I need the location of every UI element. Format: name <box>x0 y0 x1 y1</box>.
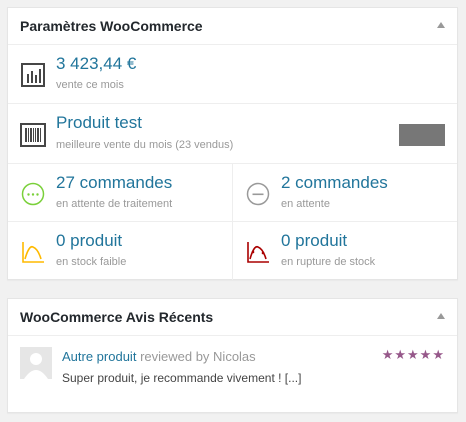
out-of-stock-cell[interactable]: 0 produit en rupture de stock <box>233 222 457 280</box>
out-of-stock-label: en rupture de stock <box>281 256 376 268</box>
collapse-toggle-icon[interactable] <box>437 22 445 28</box>
widget-header: Paramètres WooCommerce <box>8 8 457 45</box>
stock-row: 0 produit en stock faible 0 produit en r… <box>8 222 457 280</box>
woocommerce-recent-reviews-widget: WooCommerce Avis Récents Autre produit r… <box>7 298 458 413</box>
review-header: Autre produit reviewed by Nicolas <box>62 349 256 364</box>
sparkline-chart <box>399 124 445 146</box>
review-product-link[interactable]: Autre produit <box>62 349 136 364</box>
top-seller-row[interactable]: Produit test meilleure vente du mois (23… <box>8 104 457 164</box>
bar-chart-icon <box>21 63 45 87</box>
processing-label: en attente de traitement <box>56 198 173 210</box>
sales-value[interactable]: 3 423,44 € <box>56 54 136 74</box>
widget-title: WooCommerce Avis Récents <box>20 309 214 325</box>
barcode-icon <box>20 123 46 147</box>
review-excerpt: Super produit, je recommande vivement ! … <box>62 371 302 385</box>
top-seller-label: meilleure vente du mois (23 vendus) <box>56 139 234 151</box>
review-author: reviewed by Nicolas <box>140 349 256 364</box>
on-hold-orders-cell[interactable]: 2 commandes en attente <box>233 164 457 221</box>
processing-icon <box>21 182 45 206</box>
widget-header: WooCommerce Avis Récents <box>8 299 457 336</box>
low-stock-cell[interactable]: 0 produit en stock faible <box>8 222 233 280</box>
on-hold-label: en attente <box>281 198 330 210</box>
out-of-stock-value[interactable]: 0 produit <box>281 231 347 251</box>
star-rating: ★★★★★ <box>381 348 445 363</box>
low-stock-value[interactable]: 0 produit <box>56 231 122 251</box>
top-seller-value[interactable]: Produit test <box>56 113 142 133</box>
woocommerce-status-widget: Paramètres WooCommerce 3 423,44 € vente … <box>7 7 458 280</box>
on-hold-value[interactable]: 2 commandes <box>281 173 388 193</box>
out-of-stock-icon <box>247 242 269 263</box>
default-avatar-icon <box>20 347 52 379</box>
on-hold-icon <box>246 182 270 206</box>
low-stock-label: en stock faible <box>56 256 127 268</box>
sales-label: vente ce mois <box>56 79 124 91</box>
widget-title: Paramètres WooCommerce <box>20 18 203 34</box>
review-item: Autre produit reviewed by Nicolas ★★★★★ … <box>20 347 445 393</box>
avatar <box>20 347 52 379</box>
low-stock-icon <box>22 242 44 263</box>
orders-row: 27 commandes en attente de traitement 2 … <box>8 164 457 222</box>
sales-this-month-row[interactable]: 3 423,44 € vente ce mois <box>8 45 457 104</box>
processing-value[interactable]: 27 commandes <box>56 173 172 193</box>
collapse-toggle-icon[interactable] <box>437 313 445 319</box>
processing-orders-cell[interactable]: 27 commandes en attente de traitement <box>8 164 233 221</box>
